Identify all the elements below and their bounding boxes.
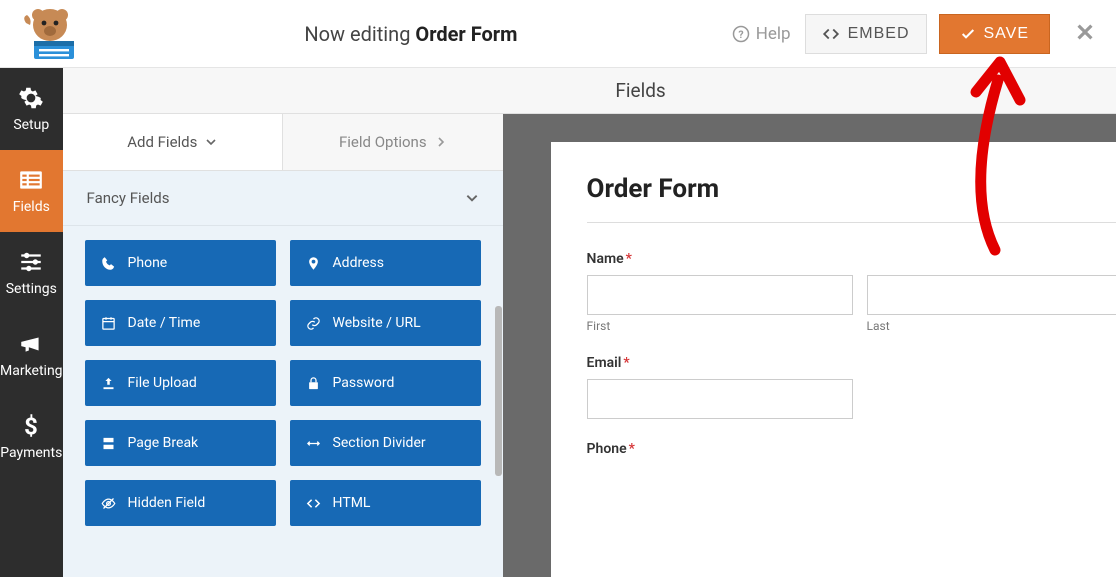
field-name: Name* First Last [587, 251, 1116, 333]
sidebar-label: Settings [6, 281, 57, 297]
field-password[interactable]: Password [290, 360, 481, 406]
tab-label: Add Fields [127, 133, 197, 151]
field-label: Date / Time [128, 315, 201, 331]
phone-label: Phone* [587, 441, 1116, 457]
phone-icon [101, 256, 116, 271]
fields-panel: Add Fields Field Options Fancy Fields [63, 114, 503, 577]
sidebar-label: Fields [13, 199, 50, 215]
dollar-icon: $ [18, 413, 44, 439]
gear-icon [18, 85, 44, 111]
field-label: Section Divider [333, 435, 426, 451]
close-icon [1074, 21, 1096, 43]
field-email: Email* [587, 355, 1116, 419]
editing-prefix: Now editing [304, 22, 410, 46]
field-datetime[interactable]: Date / Time [85, 300, 276, 346]
editing-form-name: Order Form [415, 22, 517, 46]
field-label: HTML [333, 495, 371, 511]
svg-text:$: $ [24, 413, 38, 439]
tab-add-fields[interactable]: Add Fields [63, 114, 283, 170]
form-title: Order Form [587, 174, 1116, 223]
field-upload[interactable]: File Upload [85, 360, 276, 406]
arrows-h-icon [306, 436, 321, 451]
last-name-input[interactable] [867, 275, 1116, 315]
chevron-down-icon [205, 136, 217, 148]
upload-icon [101, 376, 116, 391]
sidebar-item-setup[interactable]: Setup [0, 68, 63, 150]
pin-icon [306, 256, 321, 271]
tab-label: Field Options [339, 133, 427, 151]
embed-button[interactable]: EMBED [805, 14, 927, 54]
sidebar-label: Marketing [0, 363, 63, 379]
field-label: Page Break [128, 435, 199, 451]
svg-text:?: ? [738, 27, 743, 40]
list-icon [18, 167, 44, 193]
sidebar-label: Payments [0, 445, 62, 461]
required-asterisk: * [626, 251, 632, 267]
required-asterisk: * [629, 441, 635, 457]
check-icon [960, 26, 976, 42]
eye-off-icon [101, 496, 116, 511]
required-asterisk: * [623, 355, 629, 371]
sidebar-label: Setup [13, 117, 49, 133]
field-phone[interactable]: Phone [85, 240, 276, 286]
email-input[interactable] [587, 379, 853, 419]
email-label: Email* [587, 355, 1116, 371]
field-label: Phone [128, 255, 168, 271]
sidebar-item-fields[interactable]: Fields [0, 150, 63, 232]
chevron-right-icon [435, 136, 447, 148]
sidebar-item-marketing[interactable]: Marketing [0, 314, 63, 396]
preview-panel: Order Form Name* First Last [503, 114, 1116, 577]
last-sublabel: Last [867, 319, 1116, 333]
editing-title: Now editing Order Form [90, 22, 732, 46]
sidebar-item-settings[interactable]: Settings [0, 232, 63, 314]
top-bar: Now editing Order Form ? Help EMBED SAVE [0, 0, 1116, 68]
close-button[interactable] [1074, 21, 1096, 47]
save-button[interactable]: SAVE [939, 14, 1051, 54]
lock-icon [306, 376, 321, 391]
field-phone-preview: Phone* [587, 441, 1116, 457]
first-sublabel: First [587, 319, 853, 333]
help-label: Help [756, 24, 791, 44]
sidebar-item-payments[interactable]: $ Payments [0, 396, 63, 478]
name-label: Name* [587, 251, 1116, 267]
field-divider[interactable]: Section Divider [290, 420, 481, 466]
save-label: SAVE [984, 25, 1030, 43]
embed-label: EMBED [848, 25, 910, 43]
section-fancy-fields[interactable]: Fancy Fields [63, 171, 503, 226]
field-label: Address [333, 255, 384, 271]
field-url[interactable]: Website / URL [290, 300, 481, 346]
panel-header: Fields [63, 68, 1116, 114]
section-title: Fancy Fields [87, 189, 170, 207]
chevron-down-icon [465, 191, 479, 205]
code-icon [822, 25, 840, 43]
field-pagebreak[interactable]: Page Break [85, 420, 276, 466]
help-link[interactable]: ? Help [732, 24, 791, 44]
field-label: File Upload [128, 375, 197, 391]
first-name-input[interactable] [587, 275, 853, 315]
code-icon [306, 496, 321, 511]
form-preview[interactable]: Order Form Name* First Last [551, 142, 1116, 577]
calendar-icon [101, 316, 116, 331]
tab-field-options[interactable]: Field Options [282, 114, 503, 170]
help-icon: ? [732, 25, 750, 43]
scrollbar-thumb[interactable] [495, 306, 502, 476]
app-logo-icon [12, 5, 90, 63]
field-label: Password [333, 375, 395, 391]
megaphone-icon [18, 331, 44, 357]
field-hidden[interactable]: Hidden Field [85, 480, 276, 526]
field-html[interactable]: HTML [290, 480, 481, 526]
sliders-icon [18, 249, 44, 275]
link-icon [306, 316, 321, 331]
field-label: Website / URL [333, 315, 421, 331]
sidebar: Setup Fields Settings Marketing $ Paymen… [0, 68, 63, 577]
field-label: Hidden Field [128, 495, 206, 511]
field-address[interactable]: Address [290, 240, 481, 286]
pagebreak-icon [101, 436, 116, 451]
